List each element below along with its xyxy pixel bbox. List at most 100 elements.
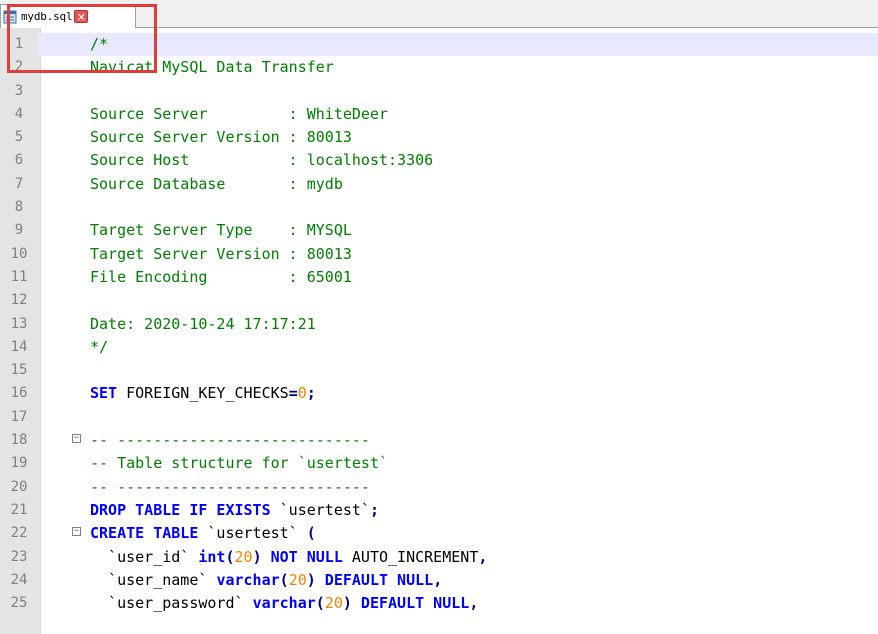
code-text: Source Server : WhiteDeer — [90, 103, 388, 126]
code-token: ) — [306, 570, 316, 589]
code-line[interactable]: 17 — [0, 405, 878, 430]
code-line[interactable]: 8 — [0, 196, 878, 220]
code-text: `user_name` varchar(20) DEFAULT NULL, — [90, 569, 442, 592]
code-text: Target Server Type : MYSQL — [90, 219, 352, 242]
code-text: /* — [90, 33, 108, 56]
code-token: ; — [369, 500, 379, 519]
code-token: CREATE TABLE — [90, 524, 199, 543]
line-number: 19 — [0, 452, 38, 476]
code-line[interactable]: 24 `user_name` varchar(20) DEFAULT NULL, — [0, 568, 878, 593]
line-number: 22 — [0, 522, 38, 546]
line-number: 11 — [0, 265, 38, 290]
close-icon[interactable]: ✕ — [74, 10, 89, 24]
code-line[interactable]: 16 SET FOREIGN_KEY_CHECKS=0; — [0, 382, 878, 406]
line-number: 16 — [0, 382, 38, 406]
code-line[interactable]: 19 -- Table structure for `usertest` — [0, 452, 878, 476]
code-text: File Encoding : 65001 — [90, 266, 352, 289]
code-token: /* — [90, 35, 109, 53]
code-line[interactable]: 21 DROP TABLE IF EXISTS `usertest`; — [0, 498, 878, 523]
code-token: , — [469, 594, 479, 613]
code-token: NOT NULL — [261, 547, 343, 566]
code-token: Source Database : mydb — [90, 174, 343, 193]
line-number: 25 — [0, 592, 38, 616]
code-token: 20 — [234, 547, 253, 566]
line-number: 24 — [0, 568, 38, 593]
code-token: ( — [306, 524, 316, 543]
code-token: int — [198, 547, 226, 566]
code-line[interactable]: 13 Date: 2020-10-24 17:17:21 — [0, 312, 878, 336]
code-editor[interactable]: 1 /* 2 Navicat MySQL Data Transfer 3 4 Source … — [0, 33, 878, 616]
fold-toggle-icon[interactable]: − — [72, 434, 81, 444]
line-number: 15 — [0, 359, 38, 383]
tab-label: mydb.sql — [21, 10, 73, 23]
code-token: Source Server : WhiteDeer — [90, 104, 389, 123]
tab-bar: mydb.sql ✕ — [0, 0, 878, 28]
line-number: 6 — [0, 149, 38, 173]
file-icon — [3, 10, 17, 23]
code-line[interactable]: 20 -- ---------------------------- — [0, 475, 878, 499]
tab-mydb-sql[interactable]: mydb.sql ✕ — [0, 4, 136, 28]
code-text: CREATE TABLE `usertest` ( — [90, 522, 316, 545]
code-text: -- Table structure for `usertest` — [90, 452, 388, 475]
code-token: ( — [279, 570, 289, 589]
code-text: SET FOREIGN_KEY_CHECKS=0; — [90, 382, 316, 405]
code-token: -- ---------------------------- — [90, 477, 370, 496]
code-line[interactable]: 2 Navicat MySQL Data Transfer — [0, 56, 878, 80]
code-text: DROP TABLE IF EXISTS `usertest`; — [90, 499, 379, 522]
code-token: Target Server Type : MYSQL — [90, 221, 352, 240]
code-token: , — [478, 547, 488, 566]
code-line[interactable]: 5 Source Server Version : 80013 — [0, 126, 878, 150]
code-line[interactable]: 23 `user_id` int(20) NOT NULL AUTO_INCRE… — [0, 545, 878, 569]
code-line[interactable]: 18 − -- ---------------------------- — [0, 429, 878, 453]
code-token: ) — [342, 594, 352, 613]
code-line[interactable]: 7 Source Database : mydb — [0, 172, 878, 197]
line-number: 13 — [0, 312, 38, 336]
code-token: varchar — [216, 570, 280, 589]
code-text: Source Server Version : 80013 — [90, 126, 352, 149]
code-token: `user_name` — [90, 570, 217, 589]
code-token: FOREIGN_KEY_CHECKS — [117, 384, 289, 403]
code-token: SET — [90, 384, 118, 403]
code-line[interactable]: 15 — [0, 359, 878, 383]
code-line[interactable]: 1 /* — [0, 33, 878, 57]
code-line[interactable]: 12 — [0, 289, 878, 313]
code-text: Target Server Version : 80013 — [90, 243, 352, 266]
code-token: 20 — [324, 594, 343, 613]
code-text: -- ---------------------------- — [90, 429, 370, 452]
code-token: -- ---------------------------- — [90, 431, 370, 450]
code-line[interactable]: 3 — [0, 79, 878, 103]
code-text: Navicat MySQL Data Transfer — [90, 56, 334, 79]
line-number: 4 — [0, 102, 38, 127]
fold-toggle-icon[interactable]: − — [72, 527, 81, 537]
code-line[interactable]: 14 */ — [0, 335, 878, 360]
code-line[interactable]: 6 Source Host : localhost:3306 — [0, 149, 878, 173]
code-line[interactable]: 25 `user_password` varchar(20) DEFAULT N… — [0, 592, 878, 616]
code-token: ) — [252, 547, 262, 566]
code-line[interactable]: 4 Source Server : WhiteDeer — [0, 102, 878, 127]
line-number: 2 — [0, 56, 38, 80]
code-token: 0 — [297, 384, 307, 403]
line-number: 14 — [0, 335, 38, 360]
code-token: Target Server Version : 80013 — [90, 244, 352, 263]
code-token: Date: 2020-10-24 17:17:21 — [90, 314, 316, 333]
line-number: 12 — [0, 289, 38, 313]
code-line[interactable]: 9 Target Server Type : MYSQL — [0, 219, 878, 243]
code-text: `user_id` int(20) NOT NULL AUTO_INCREMEN… — [90, 546, 487, 569]
code-token: -- Table structure for `usertest` — [90, 454, 389, 473]
line-number: 20 — [0, 475, 38, 499]
code-token: ( — [315, 594, 325, 613]
code-token: AUTO_INCREMENT — [342, 547, 479, 566]
code-token: ( — [225, 547, 235, 566]
code-line[interactable]: 10 Target Server Version : 80013 — [0, 242, 878, 266]
code-token: , — [433, 570, 443, 589]
code-text: Date: 2020-10-24 17:17:21 — [90, 313, 316, 336]
code-token: File Encoding : 65001 — [90, 267, 352, 286]
line-number: 23 — [0, 545, 38, 569]
line-number: 3 — [0, 79, 38, 103]
code-line[interactable]: 11 File Encoding : 65001 — [0, 265, 878, 290]
code-line[interactable]: 22 − CREATE TABLE `usertest` ( — [0, 522, 878, 546]
code-token: `usertest` — [198, 524, 307, 543]
code-text: */ — [90, 336, 108, 359]
code-token: `user_password` — [90, 594, 253, 613]
code-token: `usertest` — [270, 500, 370, 519]
